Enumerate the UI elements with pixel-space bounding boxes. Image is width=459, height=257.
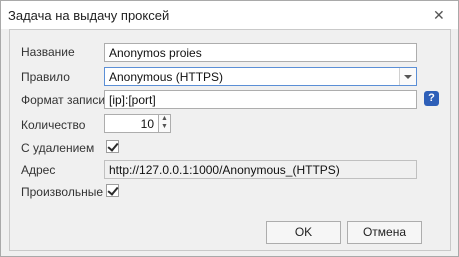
name-input[interactable]: Anonymos proies — [104, 43, 417, 62]
rule-select-value: Anonymous (HTTPS) — [109, 70, 224, 84]
title-bar: Задача на выдачу проксей ✕ — [1, 1, 458, 29]
name-label: Название — [21, 45, 75, 59]
delete-checkbox[interactable] — [106, 140, 119, 153]
count-label: Количество — [21, 118, 86, 132]
form-panel: Название Anonymos proies Правило Anonymo… — [9, 29, 451, 251]
rule-label: Правило — [21, 70, 70, 84]
task-dialog: Задача на выдачу проксей ✕ Название Anon… — [0, 0, 459, 257]
stepper-down-icon[interactable]: ▼ — [159, 123, 170, 131]
rule-select[interactable]: Anonymous (HTTPS) — [104, 67, 417, 86]
address-label: Адрес — [21, 163, 56, 177]
close-icon[interactable]: ✕ — [433, 7, 445, 24]
stepper-up-icon[interactable]: ▲ — [159, 115, 170, 123]
address-field[interactable]: http://127.0.0.1:1000/Anonymous_(HTTPS) — [104, 160, 417, 179]
window-title: Задача на выдачу проксей — [8, 8, 170, 23]
count-stepper[interactable]: ▲ ▼ — [158, 114, 171, 133]
count-input[interactable]: 10 — [104, 114, 159, 133]
chevron-down-icon[interactable] — [399, 68, 416, 85]
format-input[interactable]: [ip]:[port] — [104, 90, 417, 109]
help-icon[interactable]: ? — [424, 91, 439, 106]
delete-label: С удалением — [21, 141, 95, 155]
arbitrary-label: Произвольные — [21, 185, 104, 199]
arbitrary-checkbox[interactable] — [106, 184, 119, 197]
ok-button[interactable]: OK — [266, 221, 341, 244]
format-label: Формат записи — [21, 93, 106, 107]
cancel-button[interactable]: Отмена — [347, 221, 422, 244]
